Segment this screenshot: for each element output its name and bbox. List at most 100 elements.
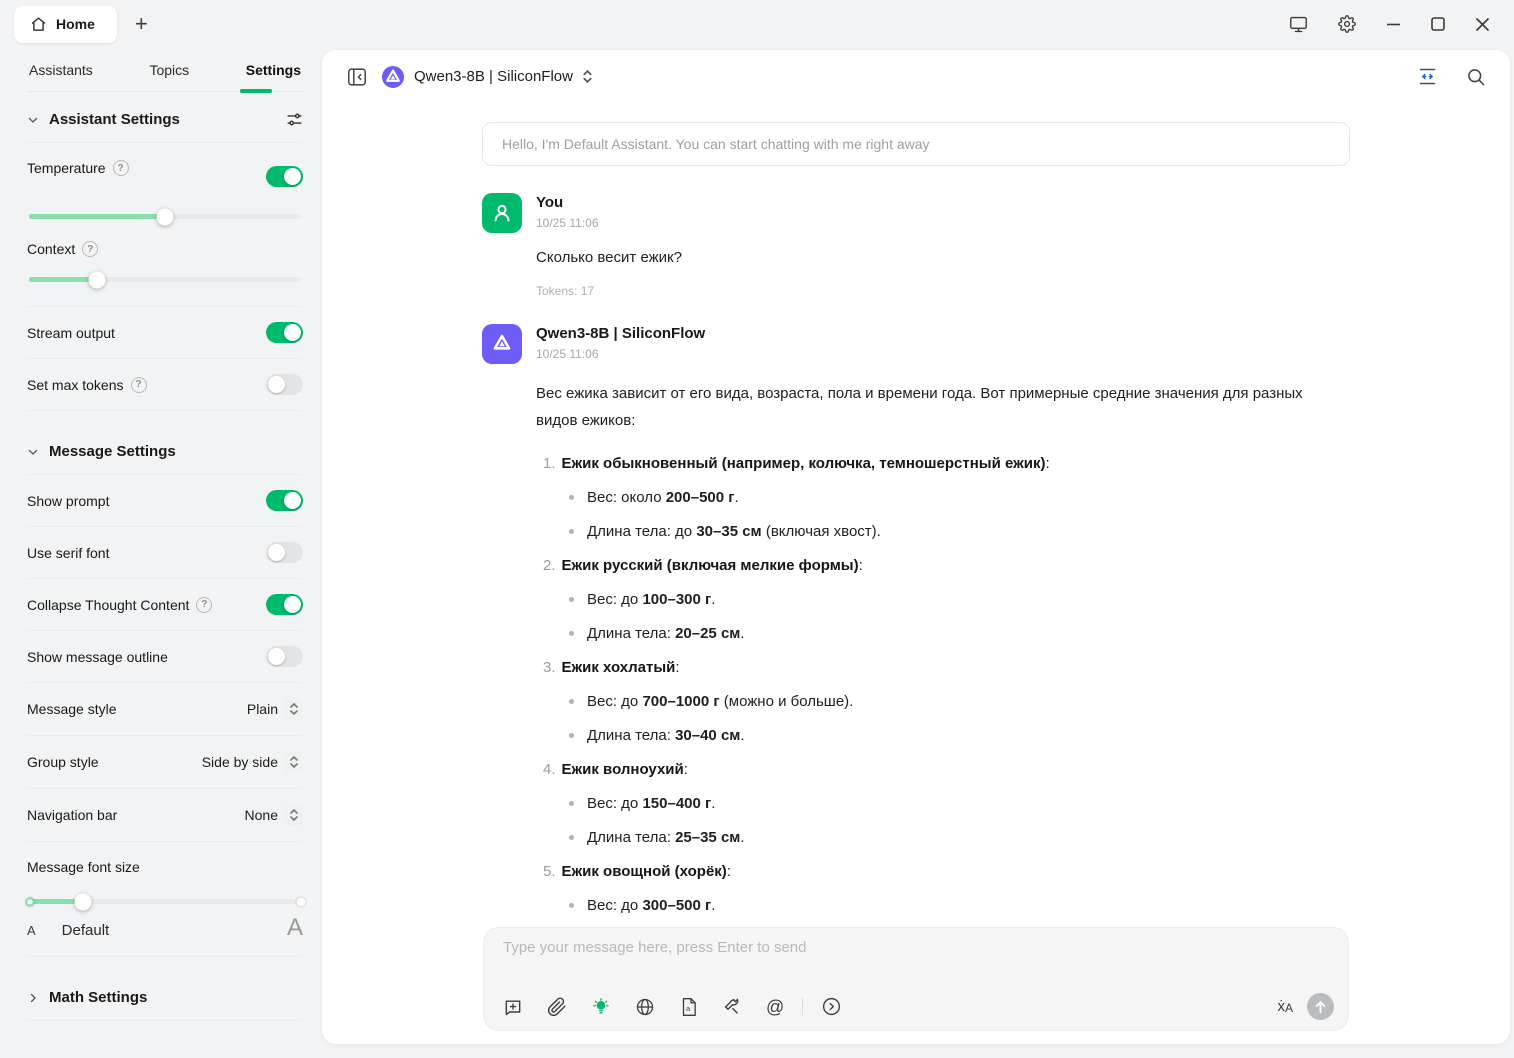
user-avatar[interactable] bbox=[482, 193, 522, 233]
chevron-right-icon bbox=[27, 992, 39, 1004]
tab-topics[interactable]: Topics bbox=[147, 62, 191, 78]
font-size-slider-handle[interactable] bbox=[74, 893, 92, 910]
message-style-select[interactable]: Plain bbox=[247, 698, 303, 720]
group-style-select[interactable]: Side by side bbox=[202, 751, 303, 773]
model-selector[interactable]: Qwen3-8B | SiliconFlow bbox=[381, 65, 593, 89]
context-slider-handle[interactable] bbox=[88, 271, 106, 288]
temperature-slider-handle[interactable] bbox=[156, 208, 174, 225]
set-max-tokens-row: Set max tokens ? bbox=[27, 359, 303, 411]
stream-output-label: Stream output bbox=[27, 324, 115, 341]
show-prompt-toggle[interactable] bbox=[266, 490, 303, 511]
message-style-label: Message style bbox=[27, 701, 117, 717]
font-size-block: Message font size A Default A bbox=[25, 842, 306, 957]
expand-width-icon[interactable] bbox=[1417, 66, 1438, 87]
bullet-dot bbox=[569, 699, 574, 704]
list-bullet: Вес: до 300–500 г. bbox=[536, 895, 1350, 916]
bullet-dot bbox=[569, 835, 574, 840]
search-icon[interactable] bbox=[1466, 67, 1486, 87]
font-size-label: Message font size bbox=[27, 859, 140, 875]
thinking-bulb-icon[interactable] bbox=[591, 997, 611, 1017]
font-size-slider[interactable] bbox=[25, 893, 306, 910]
new-topic-icon[interactable] bbox=[503, 997, 523, 1017]
attachment-icon[interactable] bbox=[547, 996, 567, 1017]
send-icon[interactable] bbox=[1307, 993, 1334, 1020]
maximize-icon[interactable] bbox=[1431, 17, 1445, 31]
web-search-icon[interactable] bbox=[635, 997, 655, 1017]
updown-chevron-icon bbox=[284, 751, 303, 773]
navigation-bar-select[interactable]: None bbox=[245, 804, 303, 826]
sampler-sliders-block: Temperature ? Context ? bbox=[27, 143, 303, 307]
list-bullet: Вес: до 700–1000 г (можно и больше). bbox=[536, 691, 1350, 712]
updown-chevron-icon bbox=[284, 804, 303, 826]
home-icon bbox=[30, 16, 47, 33]
tab-home[interactable]: Home bbox=[14, 5, 117, 43]
list-bullet: Длина тела: 20–25 см. bbox=[536, 623, 1350, 644]
message-list[interactable]: Hello, I'm Default Assistant. You can st… bbox=[322, 103, 1510, 1044]
bullet-dot bbox=[569, 801, 574, 806]
message-author: You bbox=[536, 194, 564, 211]
gear-icon[interactable] bbox=[1338, 15, 1356, 33]
sidebar-tabs: Assistants Topics Settings bbox=[27, 48, 303, 93]
bullet-dot bbox=[569, 631, 574, 636]
section-assistant-settings[interactable]: Assistant Settings bbox=[27, 92, 303, 143]
list-bullet: Длина тела: 25–35 см. bbox=[536, 827, 1350, 848]
list-bullet: Вес: около 200–500 г. bbox=[536, 487, 1350, 508]
monitor-icon[interactable] bbox=[1289, 16, 1308, 33]
set-max-tokens-toggle[interactable] bbox=[266, 374, 303, 395]
token-count: Tokens: 17 bbox=[536, 284, 595, 298]
minimize-icon[interactable] bbox=[1386, 17, 1401, 32]
font-max-label: A bbox=[286, 914, 303, 941]
bullet-dot bbox=[569, 597, 574, 602]
updown-chevron-icon bbox=[284, 698, 303, 720]
tab-assistants[interactable]: Assistants bbox=[27, 62, 95, 78]
group-style-label: Group style bbox=[27, 754, 99, 770]
translate-icon[interactable]: ẋA bbox=[1277, 998, 1293, 1015]
use-serif-toggle[interactable] bbox=[266, 542, 303, 563]
tab-settings[interactable]: Settings bbox=[244, 62, 303, 78]
show-outline-toggle[interactable] bbox=[266, 646, 303, 667]
new-tab-button[interactable]: + bbox=[135, 13, 148, 35]
collapse-sidebar-icon[interactable] bbox=[346, 66, 368, 88]
translate-doc-icon[interactable]: a bbox=[679, 997, 698, 1017]
font-min-label: A bbox=[27, 923, 36, 938]
help-icon[interactable]: ? bbox=[82, 241, 99, 257]
show-prompt-row: Show prompt bbox=[27, 475, 303, 527]
mention-icon[interactable]: @ bbox=[766, 998, 784, 1016]
message-text: Сколько весит ежик? bbox=[536, 249, 682, 266]
help-icon[interactable]: ? bbox=[130, 376, 147, 393]
help-icon[interactable]: ? bbox=[112, 160, 129, 176]
mcp-tools-icon[interactable] bbox=[722, 997, 742, 1017]
window-titlebar: Home + bbox=[0, 0, 1514, 48]
chat-header: Qwen3-8B | SiliconFlow bbox=[322, 50, 1510, 103]
show-prompt-label: Show prompt bbox=[27, 492, 110, 509]
collapse-thought-toggle[interactable] bbox=[266, 594, 303, 615]
navigation-bar-value: None bbox=[244, 807, 278, 823]
message-time: 10/25 11:06 bbox=[536, 216, 599, 230]
bullet-dot bbox=[569, 733, 574, 738]
assistant-intro: Вес ежика зависит от его вида, возраста,… bbox=[536, 385, 1303, 429]
section-message-settings[interactable]: Message Settings bbox=[27, 424, 303, 475]
context-slider[interactable] bbox=[29, 271, 301, 288]
chat-panel: Qwen3-8B | SiliconFlow Hello, I'm Defaul… bbox=[322, 50, 1510, 1044]
message-style-value: Plain bbox=[246, 701, 278, 717]
navigation-bar-row: Navigation bar None bbox=[27, 789, 303, 842]
temperature-slider[interactable] bbox=[29, 208, 301, 225]
temperature-toggle[interactable] bbox=[266, 166, 303, 187]
list-item: 5. Ежик овощной (хорёк): bbox=[543, 863, 731, 880]
assistant-avatar[interactable] bbox=[482, 324, 522, 364]
siliconflow-logo-icon bbox=[381, 65, 405, 89]
help-icon[interactable]: ? bbox=[196, 596, 213, 613]
list-item: 3. Ежик хохлатый: bbox=[543, 659, 680, 676]
user-message: You 10/25 11:06 Сколько весит ежик? Toke… bbox=[482, 193, 1350, 298]
message-style-row: Message style Plain bbox=[27, 683, 303, 736]
section-math-settings[interactable]: Math Settings bbox=[27, 970, 303, 1021]
chevron-down-icon bbox=[27, 446, 39, 458]
list-bullet: Вес: до 150–400 г. bbox=[536, 793, 1350, 814]
navigation-bar-label: Navigation bar bbox=[27, 807, 118, 823]
close-icon[interactable] bbox=[1475, 17, 1490, 32]
expand-input-icon[interactable] bbox=[821, 996, 842, 1017]
context-label: Context bbox=[27, 241, 76, 257]
message-input[interactable] bbox=[503, 939, 1329, 977]
sliders-settings-icon[interactable] bbox=[286, 111, 303, 128]
stream-output-toggle[interactable] bbox=[266, 322, 303, 343]
